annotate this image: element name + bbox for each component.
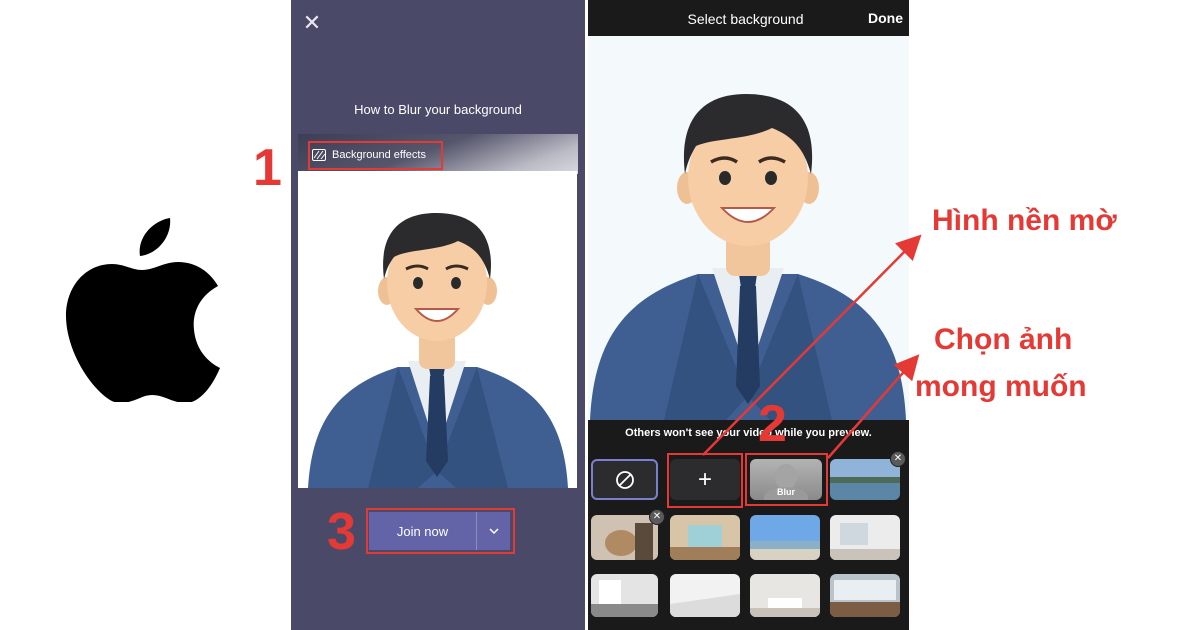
how-to-title: How to Blur your background bbox=[354, 102, 522, 117]
beach-image bbox=[750, 515, 820, 560]
white-room-image bbox=[670, 574, 740, 617]
lounge-image bbox=[750, 574, 820, 617]
highlight-blur-tile bbox=[745, 453, 828, 506]
background-tile-loft[interactable] bbox=[591, 574, 658, 617]
highlight-add-tile bbox=[667, 453, 743, 508]
choose-image-annotation-line2: mong muốn bbox=[915, 370, 1087, 403]
none-icon bbox=[615, 470, 634, 489]
office-image bbox=[670, 515, 740, 560]
remove-background-icon[interactable]: ✕ bbox=[649, 509, 665, 525]
camera-preview bbox=[298, 171, 577, 488]
blur-background-annotation: Hình nền mờ bbox=[932, 204, 1117, 237]
background-tile-lake[interactable] bbox=[830, 459, 900, 500]
step-number-2: 2 bbox=[758, 395, 787, 453]
background-preview bbox=[588, 36, 909, 420]
done-button[interactable]: Done bbox=[868, 10, 903, 26]
background-tile-cafe[interactable] bbox=[830, 574, 900, 617]
apple-logo bbox=[66, 218, 220, 402]
highlight-background-effects bbox=[308, 141, 443, 170]
step-number-1: 1 bbox=[253, 139, 282, 197]
background-tile-white-room[interactable] bbox=[670, 574, 740, 617]
topbar: Select background Done bbox=[588, 0, 909, 36]
close-icon[interactable]: ✕ bbox=[299, 10, 325, 36]
cafe-image bbox=[830, 574, 900, 617]
remove-background-icon[interactable]: ✕ bbox=[890, 451, 906, 467]
room-image bbox=[830, 515, 900, 560]
choose-image-annotation-line1: Chọn ảnh bbox=[934, 323, 1073, 356]
background-tile-room[interactable] bbox=[830, 515, 900, 560]
background-tile-office[interactable] bbox=[670, 515, 740, 560]
avatar-figure bbox=[308, 213, 568, 488]
lake-image bbox=[830, 459, 900, 500]
background-tile-beach[interactable] bbox=[750, 515, 820, 560]
loft-image bbox=[591, 574, 658, 617]
avatar-figure bbox=[590, 94, 906, 420]
select-background-screen: Select background Done Others won't see … bbox=[588, 0, 909, 630]
dog-image bbox=[591, 515, 658, 560]
step-number-3: 3 bbox=[327, 503, 356, 561]
background-tile-lounge[interactable] bbox=[750, 574, 820, 617]
highlight-join-now bbox=[366, 508, 515, 554]
no-background-tile[interactable] bbox=[591, 459, 658, 500]
background-tile-dog[interactable] bbox=[591, 515, 658, 560]
screen-title: Select background bbox=[687, 11, 804, 27]
preview-note: Others won't see your video while you pr… bbox=[625, 427, 872, 439]
